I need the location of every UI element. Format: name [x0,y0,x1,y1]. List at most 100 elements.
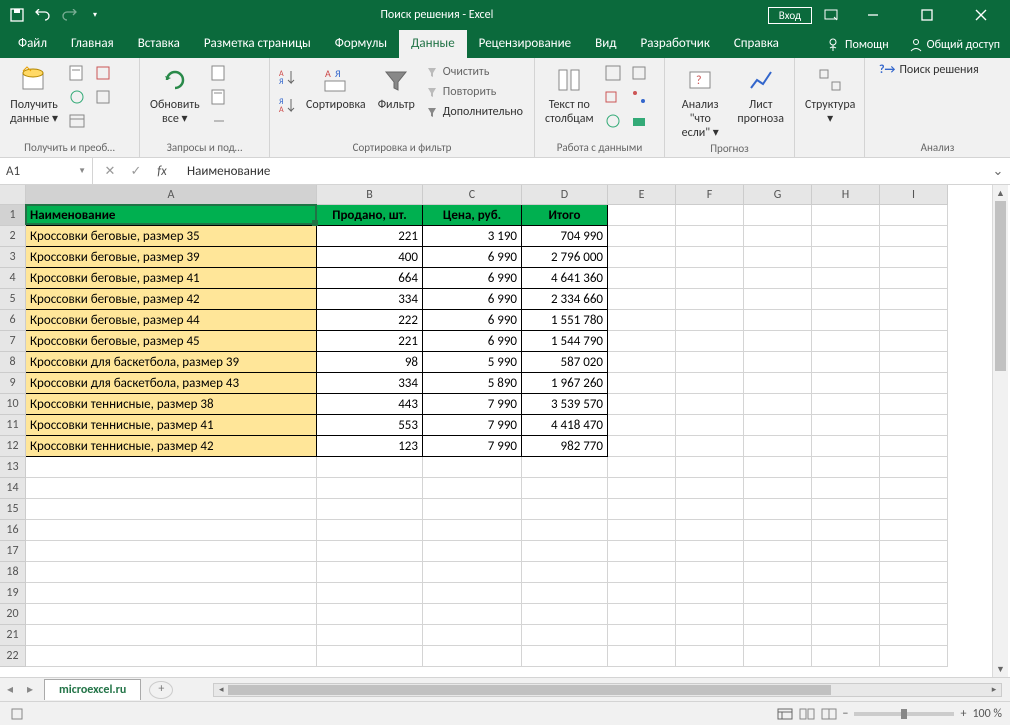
cancel-icon[interactable]: ✕ [101,164,119,179]
cell[interactable] [676,478,744,499]
what-if-button[interactable]: ?Анализ "что если" ▾ [671,62,729,142]
cell[interactable]: 7 990 [423,394,522,415]
login-button[interactable]: Вход [768,7,812,24]
cell[interactable] [317,604,423,625]
cell[interactable]: Кроссовки теннисные, размер 38 [26,394,317,415]
cell[interactable]: 6 990 [423,247,522,268]
tab-view[interactable]: Вид [583,30,628,58]
cell[interactable] [880,226,948,247]
consolidate-icon[interactable] [628,62,650,84]
cell[interactable] [812,394,880,415]
normal-view-icon[interactable] [776,706,794,722]
cell[interactable] [608,436,676,457]
cell[interactable] [676,499,744,520]
expand-fbar-icon[interactable]: ⌄ [986,164,1010,179]
cell[interactable] [880,583,948,604]
cell[interactable]: 4 641 360 [522,268,608,289]
cell[interactable] [26,457,317,478]
cell[interactable] [812,604,880,625]
cell[interactable] [608,541,676,562]
cell[interactable] [744,499,812,520]
cell[interactable] [608,646,676,667]
cell[interactable]: Продано, шт. [317,205,423,226]
cell[interactable]: 4 418 470 [522,415,608,436]
cell[interactable] [880,247,948,268]
cell[interactable]: 400 [317,247,423,268]
cell[interactable] [744,226,812,247]
cell[interactable] [812,205,880,226]
sort-button[interactable]: АЯСортировка [302,62,370,115]
data-model-icon[interactable] [628,110,650,132]
from-table-icon[interactable] [66,110,88,132]
row-header-2[interactable]: 2 [0,226,26,247]
cell[interactable] [880,520,948,541]
cell[interactable] [744,331,812,352]
cell[interactable] [608,331,676,352]
row-header-16[interactable]: 16 [0,520,26,541]
row-header-20[interactable]: 20 [0,604,26,625]
cell[interactable] [676,562,744,583]
reapply-button[interactable]: Повторить [423,84,525,100]
cell[interactable] [812,583,880,604]
cell[interactable]: Итого [522,205,608,226]
filter-button[interactable]: Фильтр [374,62,419,115]
cell[interactable] [812,499,880,520]
cell[interactable] [676,415,744,436]
cell[interactable]: 221 [317,226,423,247]
cell[interactable] [812,436,880,457]
cell[interactable] [317,646,423,667]
cell[interactable] [744,415,812,436]
cell[interactable] [317,583,423,604]
advanced-filter-button[interactable]: Дополнительно [423,104,525,120]
from-text-icon[interactable] [66,62,88,84]
cell[interactable]: Цена, руб. [423,205,522,226]
row-header-13[interactable]: 13 [0,457,26,478]
cell[interactable] [880,205,948,226]
save-icon[interactable] [6,4,28,26]
worksheet[interactable]: ABCDEFGHI 123456789101112131415161718192… [0,185,992,677]
sort-desc-icon[interactable]: ЯА [276,94,298,116]
cell[interactable] [812,415,880,436]
cell[interactable] [812,625,880,646]
row-header-1[interactable]: 1 [0,205,26,226]
cell[interactable] [317,478,423,499]
row-header-21[interactable]: 21 [0,625,26,646]
page-break-icon[interactable] [820,706,838,722]
cell[interactable] [608,625,676,646]
name-box[interactable]: A1▼ [0,158,93,184]
cell[interactable] [676,646,744,667]
cell[interactable] [880,394,948,415]
cell[interactable] [522,625,608,646]
existing-icon[interactable] [92,86,114,108]
cell[interactable] [522,457,608,478]
zoom-out-icon[interactable]: − [842,707,848,721]
col-header-B[interactable]: B [317,185,423,205]
cell[interactable]: 6 990 [423,268,522,289]
text-to-columns-button[interactable]: Текст по столбцам [541,62,598,129]
cell[interactable]: Наименование [26,205,317,226]
cell[interactable] [676,226,744,247]
cell[interactable]: 6 990 [423,310,522,331]
cell[interactable] [744,247,812,268]
cell[interactable]: Кроссовки беговые, размер 41 [26,268,317,289]
col-header-I[interactable]: I [880,185,948,205]
cell[interactable] [423,604,522,625]
cell[interactable] [812,226,880,247]
add-sheet-icon[interactable]: + [149,681,173,699]
cell[interactable] [744,541,812,562]
fx-icon[interactable]: fx [153,164,171,179]
cell[interactable] [608,226,676,247]
cell[interactable] [812,331,880,352]
cell[interactable] [812,478,880,499]
scroll-up-icon[interactable]: ▲ [993,185,1008,201]
tab-data[interactable]: Данные [399,30,467,58]
cell[interactable] [880,562,948,583]
cell[interactable] [676,373,744,394]
tab-help[interactable]: Справка [722,30,791,58]
remove-dup-icon[interactable] [602,86,624,108]
cell[interactable] [26,562,317,583]
sort-asc-icon[interactable]: АЯ [276,66,298,88]
row-header-22[interactable]: 22 [0,646,26,667]
cell[interactable] [423,541,522,562]
cell[interactable] [317,520,423,541]
